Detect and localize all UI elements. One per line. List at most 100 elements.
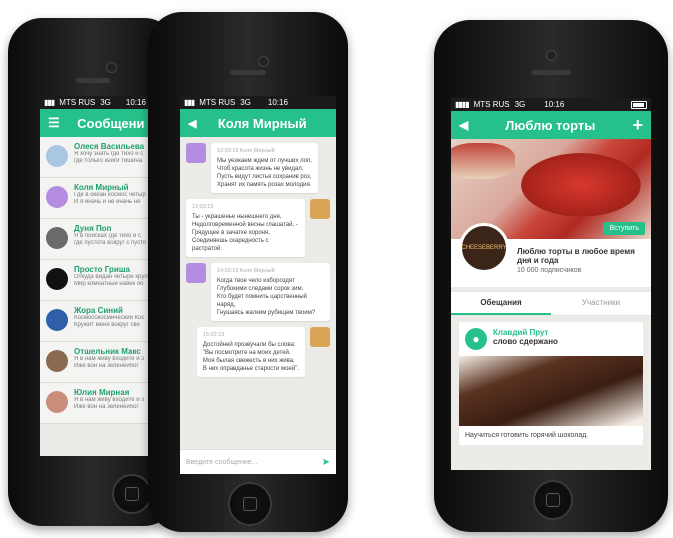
tab-members[interactable]: Участники: [551, 292, 651, 315]
menu-icon[interactable]: ☰: [48, 115, 60, 131]
signal-icon: ▮▮▮▮: [455, 100, 470, 109]
join-button[interactable]: Вступить: [603, 222, 645, 235]
phone-chat: ▮▮▮ MTS RUS 3G 10:16 ◀ Коля Мирный 12:03…: [148, 12, 348, 532]
user-avatar-icon: ●: [465, 328, 487, 350]
contact-name: Просто Гриша: [74, 265, 130, 274]
message-text-line: Пусть видут листья сохранив роз,: [217, 174, 312, 180]
status-bar: ▮▮▮ MTS RUS 3G 10:16: [180, 96, 336, 109]
subscriber-count: 10 000 подписчиков: [517, 267, 582, 274]
page-title: Сообщени: [77, 115, 145, 131]
clock: 10:16: [125, 98, 146, 107]
group-name-line1: Люблю торты в любое время: [517, 247, 635, 256]
tab-promises[interactable]: Обещания: [451, 292, 551, 315]
contact-preview-line: Где в океан космос четыр: [74, 192, 146, 198]
contact-preview-line: Мир комнатный навек об: [74, 281, 144, 287]
signal-icon: ▮▮▮: [184, 98, 195, 107]
contact-preview-line: Кружит меня вокруг све: [74, 322, 140, 328]
network-label: 3G: [100, 98, 111, 107]
message-input-bar: Введите сообщение... ➤: [180, 449, 336, 474]
message-text-line: Глубокими следами сорок зим,: [217, 286, 304, 292]
message-row: 14:02:13 Коля Мирный Когда твое чело избо…: [186, 263, 330, 321]
message-bubble: 14:02:13 Коля Мирный Когда твое чело избо…: [211, 263, 330, 321]
post-image-chocolate: [459, 356, 643, 426]
message-text-line: Соединяешь скаредность с растратой.: [192, 238, 269, 252]
signal-icon: ▮▮▮: [44, 98, 55, 107]
message-meta: 14:02:13 Коля Мирный: [217, 268, 275, 274]
contact-preview-line: Откуда видан четыре кругом: [74, 274, 154, 280]
message-avatar: [310, 199, 330, 219]
message-text-line: Ты - украшенье нынешнего дня,: [192, 214, 282, 220]
contact-name: Коля Мирный: [74, 183, 129, 192]
contact-preview-line: Иже вон на зеленейбог: [74, 363, 139, 369]
navbar: ◀ Коля Мирный: [180, 109, 336, 137]
cake-image: [521, 153, 641, 217]
avatar: [46, 186, 68, 208]
contact-preview-line: Я хочу знать где тихо и с: [74, 151, 144, 157]
contact-preview-line: Космосокосмический Кос: [74, 315, 145, 321]
contact-preview-line: Я в нам живу входите и з: [74, 356, 145, 362]
battery-icon: [631, 100, 647, 109]
contact-name: Отшельник Макс: [74, 347, 141, 356]
carrier-label: MTS RUS: [473, 100, 510, 109]
send-icon[interactable]: ➤: [322, 457, 330, 468]
contact-preview-line: где пустота вокруг с пусто: [74, 240, 147, 246]
group-info: Люблю торты в любое время дня и года 10 …: [517, 245, 635, 281]
cake-slice-image: [451, 143, 515, 179]
group-name-line2: дня и года: [517, 256, 559, 265]
message-text-line: Хранят их память розах молодия.: [217, 182, 312, 188]
avatar: [46, 309, 68, 331]
contact-name: Олеся Васильева: [74, 142, 145, 151]
screen-chat: ▮▮▮ MTS RUS 3G 10:16 ◀ Коля Мирный 12:03…: [180, 96, 336, 474]
page-title: Люблю торты: [505, 117, 596, 133]
message-bubble: 12:03:15 Коля Мирный Мы уезжаем ждем от л…: [211, 143, 318, 193]
plus-icon[interactable]: +: [632, 115, 643, 136]
message-row: 12:03:15 Коля Мирный Мы уезжаем ждем от л…: [186, 143, 330, 193]
group-header: CHEESEBERRY Люблю торты в любое время дн…: [451, 223, 651, 287]
home-button[interactable]: [112, 474, 152, 514]
contact-preview-line: Иже вон на зеленейбог: [74, 404, 139, 410]
message-text-line: Достойней прозвучали бы слова:: [202, 342, 296, 348]
status-bar: ▮▮▮▮ MTS RUS 3G 10:16: [451, 98, 651, 111]
post-author[interactable]: Клавдий Прут: [493, 328, 558, 337]
message-text-line: Мы уезжаем ждем от лучших лоп,: [217, 158, 312, 164]
message-text-line: Моя былая свежесть в них жива,: [202, 358, 295, 364]
network-label: 3G: [514, 100, 526, 109]
contact-preview-line: И я иначь и не иначь не: [74, 199, 141, 205]
message-row: 15:02:13 Достойней прозвучали бы слова: "В…: [186, 327, 330, 377]
post-subtitle: слово сдержано: [493, 337, 558, 346]
message-text-line: Кто будет помнить царственный наряд,: [217, 294, 307, 308]
post-caption: Научиться готовить горячий шоколад.: [465, 432, 589, 439]
message-text-line: Чтоб красота жизнь не увидал.: [217, 166, 304, 172]
carrier-label: MTS RUS: [199, 98, 236, 107]
home-button[interactable]: [533, 480, 573, 520]
carrier-label: MTS RUS: [59, 98, 96, 107]
message-meta: 15:02:13: [202, 332, 225, 338]
phone-camera: [258, 56, 269, 67]
phone-camera: [106, 62, 117, 73]
avatar: [46, 391, 68, 413]
tab-bar: Обещания Участники: [451, 291, 651, 316]
message-bubble: 15:02:13 Достойней прозвучали бы слова: "В…: [196, 327, 305, 377]
message-text-line: Гнушаясь жалким рубищем твоим?: [217, 310, 316, 316]
phone-community: ▮▮▮▮ MTS RUS 3G 10:16 ◀ Люблю торты + Вс…: [434, 20, 668, 532]
home-button[interactable]: [228, 482, 272, 526]
contact-preview-line: где только книги тишина: [74, 158, 143, 164]
contact-preview-line: Я в нам живу входите и з: [74, 397, 145, 403]
back-arrow-icon[interactable]: ◀: [459, 118, 468, 132]
message-text-line: Недолговременной весны глашатай, -: [192, 222, 298, 228]
message-input[interactable]: Введите сообщение...: [186, 459, 322, 466]
message-text-line: Когда твое чело избороздят: [217, 278, 295, 284]
screen-community: ▮▮▮▮ MTS RUS 3G 10:16 ◀ Люблю торты + Вс…: [451, 98, 651, 470]
navbar: ◀ Люблю торты +: [451, 111, 651, 139]
chat-title: Коля Мирный: [217, 115, 307, 131]
message-text-line: В них оправданье старости моей".: [202, 366, 299, 372]
post-header: ● Клавдий Прут слово сдержано: [459, 322, 643, 356]
phone-speaker: [531, 70, 571, 75]
back-arrow-icon[interactable]: ◀: [188, 117, 196, 130]
contact-name: Дуня Поп: [74, 224, 112, 233]
post-card[interactable]: ● Клавдий Прут слово сдержано Научиться …: [459, 322, 643, 445]
phone-speaker: [76, 78, 110, 83]
message-list: 12:03:15 Коля Мирный Мы уезжаем ждем от л…: [180, 143, 336, 377]
contact-name: Жора Синий: [74, 306, 123, 315]
message-text-line: Грядущее в зачатке хороня,: [192, 230, 270, 236]
